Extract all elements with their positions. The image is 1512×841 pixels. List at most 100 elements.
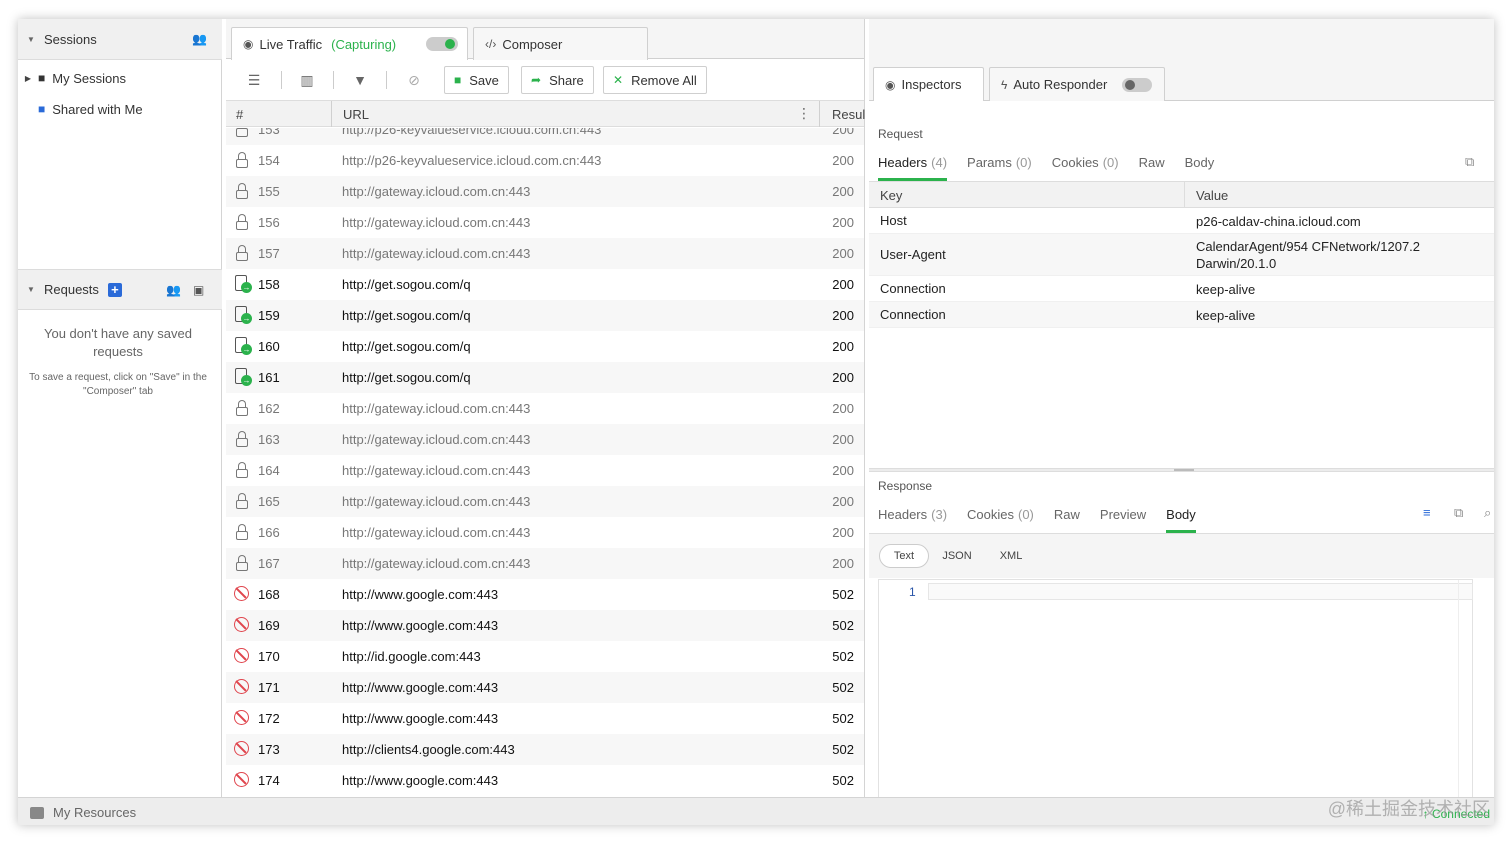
share-users-icon[interactable]: 👥 xyxy=(166,283,181,297)
table-row[interactable]: → 161 http://get.sogou.com/q 200 xyxy=(226,362,864,393)
table-row[interactable]: 172 http://www.google.com:443 502 xyxy=(226,703,864,734)
table-row[interactable]: 168 http://www.google.com:443 502 xyxy=(226,579,864,610)
table-row[interactable]: 166 http://gateway.icloud.com.cn:443 200 xyxy=(226,517,864,548)
fiddler-window: ▼ Sessions 👥 ▶ ■ My Sessions ■ Shared wi… xyxy=(18,19,1494,825)
traffic-table-body: 153 http://p26-keyvalueservice.icloud.com… xyxy=(226,128,864,797)
copy-icon[interactable]: ⧉ xyxy=(1465,154,1474,170)
table-row[interactable]: 165 http://gateway.icloud.com.cn:443 200 xyxy=(226,486,864,517)
lock-icon xyxy=(234,493,250,509)
lock-icon xyxy=(234,524,250,540)
sessions-header[interactable]: ▼ Sessions 👥 xyxy=(18,19,222,60)
auto-responder-toggle[interactable] xyxy=(1122,78,1152,92)
pane-splitter[interactable] xyxy=(869,468,1494,472)
response-tab-headers[interactable]: Headers (3) xyxy=(878,507,947,528)
row-url: http://gateway.icloud.com.cn:443 xyxy=(342,401,531,416)
table-row[interactable]: 157 http://gateway.icloud.com.cn:443 200 xyxy=(226,238,864,269)
add-user-group-icon[interactable]: 👥 xyxy=(192,32,207,46)
request-tab-headers[interactable]: Headers (4) xyxy=(878,155,948,181)
response-tab-body[interactable]: Body xyxy=(1166,507,1196,533)
header-row[interactable]: User-Agent CalendarAgent/954 CFNetwork/12… xyxy=(869,234,1494,276)
editor-scrollbar[interactable] xyxy=(1458,580,1472,802)
lock-icon xyxy=(234,183,250,199)
tab-auto-responder-label: Auto Responder xyxy=(1013,77,1108,92)
table-row[interactable]: 173 http://clients4.google.com:443 502 xyxy=(226,734,864,765)
row-number: 154 xyxy=(258,153,280,168)
traffic-toolbar: ☰ ▥ ▼ ⊘ ■ Save ➦ Share ✕ Remove All xyxy=(226,60,864,100)
copy-icon[interactable]: ⧉ xyxy=(1454,505,1463,521)
my-resources-button[interactable]: My Resources xyxy=(30,805,136,820)
clear-filter-icon[interactable]: ⊘ xyxy=(405,72,423,89)
table-row[interactable]: 174 http://www.google.com:443 502 xyxy=(226,765,864,796)
table-row[interactable]: 171 http://www.google.com:443 502 xyxy=(226,672,864,703)
column-menu-icon[interactable]: ⋮ xyxy=(797,105,811,122)
row-result: 200 xyxy=(832,525,854,540)
add-folder-icon[interactable]: ▣ xyxy=(193,283,204,297)
tab-auto-responder[interactable]: ϟ Auto Responder xyxy=(989,67,1165,101)
save-label: Save xyxy=(469,72,499,88)
status-bar: My Resources ↑ Connected @稀土掘金技术社区 xyxy=(18,797,1494,825)
header-value: keep-alive xyxy=(1196,308,1256,323)
remove-all-button[interactable]: ✕ Remove All xyxy=(603,66,707,94)
collapse-caret-icon[interactable]: ▼ xyxy=(18,35,44,44)
format-json-pill[interactable]: JSON xyxy=(935,544,979,568)
table-row[interactable]: 155 http://gateway.icloud.com.cn:443 200 xyxy=(226,176,864,207)
expand-arrow-icon[interactable]: ▶ xyxy=(18,74,38,83)
row-result: 502 xyxy=(832,773,854,788)
request-headers-table: Key Value Host p26-caldav-china.icloud.co… xyxy=(869,181,1494,328)
editor-line[interactable] xyxy=(928,583,1473,600)
col-header-num[interactable]: # xyxy=(236,107,243,122)
tab-inspectors[interactable]: ◉ Inspectors xyxy=(873,67,984,101)
col-header-url[interactable]: URL xyxy=(343,107,369,122)
tab-live-traffic[interactable]: ◉ Live Traffic (Capturing) xyxy=(231,27,468,60)
tree-item-shared-with-me[interactable]: ■ Shared with Me xyxy=(18,96,143,122)
traffic-tabbar: ◉ Live Traffic (Capturing) ‹/› Composer xyxy=(226,19,864,60)
filter-icon[interactable]: ▼ xyxy=(351,72,369,88)
table-row[interactable]: 154 http://p26-keyvalueservice.icloud.com… xyxy=(226,145,864,176)
capture-toggle[interactable] xyxy=(426,37,458,51)
table-row[interactable]: 163 http://gateway.icloud.com.cn:443 200 xyxy=(226,424,864,455)
table-row[interactable]: → 158 http://get.sogou.com/q 200 xyxy=(226,269,864,300)
row-url: http://gateway.icloud.com.cn:443 xyxy=(342,246,531,261)
stream-icon[interactable]: ▥ xyxy=(298,72,316,89)
traffic-table-header: # URL ⋮ Resul xyxy=(226,100,865,127)
tab-label: Cookies xyxy=(967,507,1014,522)
table-row[interactable]: 162 http://gateway.icloud.com.cn:443 200 xyxy=(226,393,864,424)
table-row[interactable]: → 159 http://get.sogou.com/q 200 xyxy=(226,300,864,331)
response-tab-cookies[interactable]: Cookies (0) xyxy=(967,507,1034,528)
table-row[interactable]: 169 http://www.google.com:443 502 xyxy=(226,610,864,641)
request-tab-raw[interactable]: Raw xyxy=(1139,155,1165,176)
table-row[interactable]: → 160 http://get.sogou.com/q 200 xyxy=(226,331,864,362)
format-text-pill[interactable]: Text xyxy=(879,544,929,568)
table-row[interactable]: 156 http://gateway.icloud.com.cn:443 200 xyxy=(226,207,864,238)
requests-header[interactable]: ▼ Requests + 👥 ▣ xyxy=(18,269,222,310)
row-number: 168 xyxy=(258,587,280,602)
add-request-icon[interactable]: + xyxy=(107,282,122,297)
header-row[interactable]: Connection keep-alive xyxy=(869,276,1494,302)
request-tab-body[interactable]: Body xyxy=(1185,155,1215,176)
table-row[interactable]: 153 http://p26-keyvalueservice.icloud.com… xyxy=(226,128,864,145)
row-number: 156 xyxy=(258,215,280,230)
tab-composer[interactable]: ‹/› Composer xyxy=(473,27,648,60)
share-button[interactable]: ➦ Share xyxy=(521,66,594,94)
collapse-caret-icon[interactable]: ▼ xyxy=(18,285,44,294)
table-row[interactable]: 164 http://gateway.icloud.com.cn:443 200 xyxy=(226,455,864,486)
header-row[interactable]: Host p26-caldav-china.icloud.com xyxy=(869,208,1494,234)
request-tab-cookies[interactable]: Cookies (0) xyxy=(1052,155,1119,176)
response-body-editor[interactable]: 1 xyxy=(878,579,1473,803)
format-xml-pill[interactable]: XML xyxy=(989,544,1033,568)
table-row[interactable]: 170 http://id.google.com:443 502 xyxy=(226,641,864,672)
header-row[interactable]: Connection keep-alive xyxy=(869,302,1494,328)
tree-item-my-sessions[interactable]: ▶ ■ My Sessions xyxy=(18,65,126,91)
word-wrap-icon[interactable]: ≡ xyxy=(1423,505,1431,520)
search-icon[interactable]: ⌕ xyxy=(1484,505,1491,521)
row-number: 157 xyxy=(258,246,280,261)
response-tab-raw[interactable]: Raw xyxy=(1054,507,1080,528)
col-header-result[interactable]: Resul xyxy=(832,107,865,122)
save-button[interactable]: ■ Save xyxy=(444,66,509,94)
row-number: 173 xyxy=(258,742,280,757)
response-tab-preview[interactable]: Preview xyxy=(1100,507,1146,528)
table-row[interactable]: 167 http://gateway.icloud.com.cn:443 200 xyxy=(226,548,864,579)
request-tab-params[interactable]: Params (0) xyxy=(967,155,1032,176)
menu-icon[interactable]: ☰ xyxy=(245,72,263,89)
eye-icon: ◉ xyxy=(243,37,254,51)
